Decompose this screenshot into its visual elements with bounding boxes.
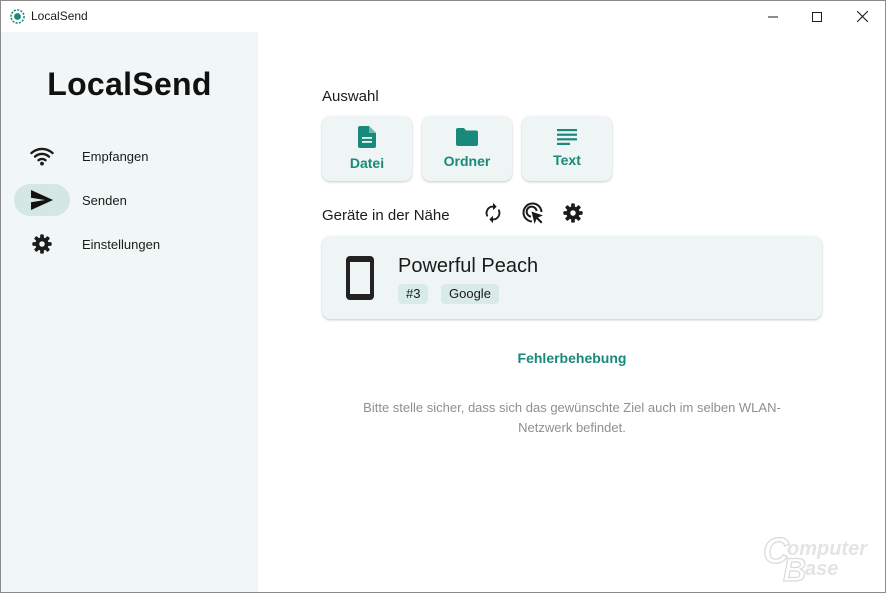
send-icon [31,190,53,210]
device-card[interactable]: Powerful Peach #3 Google [322,236,822,319]
wifi-icon [30,147,54,166]
sidebar-item-send[interactable]: Senden [14,184,254,216]
device-name: Powerful Peach [398,255,539,277]
manual-address-button[interactable] [521,201,545,225]
refresh-button[interactable] [481,201,505,225]
pick-file-label: Datei [349,155,385,171]
minimize-icon [768,16,778,17]
computerbase-watermark: C omputer B ase [763,533,868,585]
sidebar-item-label: Einstellungen [82,236,161,252]
pick-file-button[interactable]: Datei [322,116,412,181]
troubleshoot-link[interactable]: Fehlerbehebung [322,350,822,366]
app-brand-title: LocalSend [47,66,212,102]
app-logo-icon [10,9,25,24]
network-hint-line: Netzwerk befindet. [518,420,626,435]
gear-icon [563,203,583,223]
app-window: LocalSend LocalSend Empfangen Senden Ein… [0,0,886,593]
sidebar-item-label: Empfangen [82,148,149,164]
device-brand-tag: Google [441,284,499,304]
phone-icon [346,256,374,300]
svg-text:B: B [783,552,806,585]
maximize-button[interactable] [794,1,840,32]
network-hint-line: Bitte stelle sicher, dass sich das gewün… [363,400,781,415]
pick-text-button[interactable]: Text [522,116,612,181]
network-hint: Bitte stelle sicher, dass sich das gewün… [322,398,822,438]
minimize-button[interactable] [750,1,796,32]
maximize-icon [812,11,822,22]
close-icon [856,11,868,22]
folder-icon [456,128,478,146]
text-icon [557,129,577,145]
cursor-icon [522,202,543,224]
selection-heading: Auswahl [322,88,379,105]
gear-icon [32,234,52,254]
file-icon [358,126,376,148]
device-id-tag: #3 [398,284,429,304]
refresh-icon [485,202,501,224]
nearby-devices-heading: Geräte in der Nähe [322,207,450,224]
sidebar-item-receive[interactable]: Empfangen [14,140,254,172]
svg-text:ase: ase [805,558,838,580]
send-settings-button[interactable] [561,201,585,225]
window-title: LocalSend [31,9,88,23]
pick-folder-label: Ordner [443,153,491,169]
title-bar: LocalSend [1,1,885,32]
close-button[interactable] [839,1,885,32]
sidebar-item-settings[interactable]: Einstellungen [14,228,254,260]
sidebar-item-label: Senden [82,192,127,208]
sidebar: LocalSend Empfangen Senden Einstellungen [1,32,258,592]
pick-folder-button[interactable]: Ordner [422,116,512,181]
pick-text-label: Text [553,152,581,168]
